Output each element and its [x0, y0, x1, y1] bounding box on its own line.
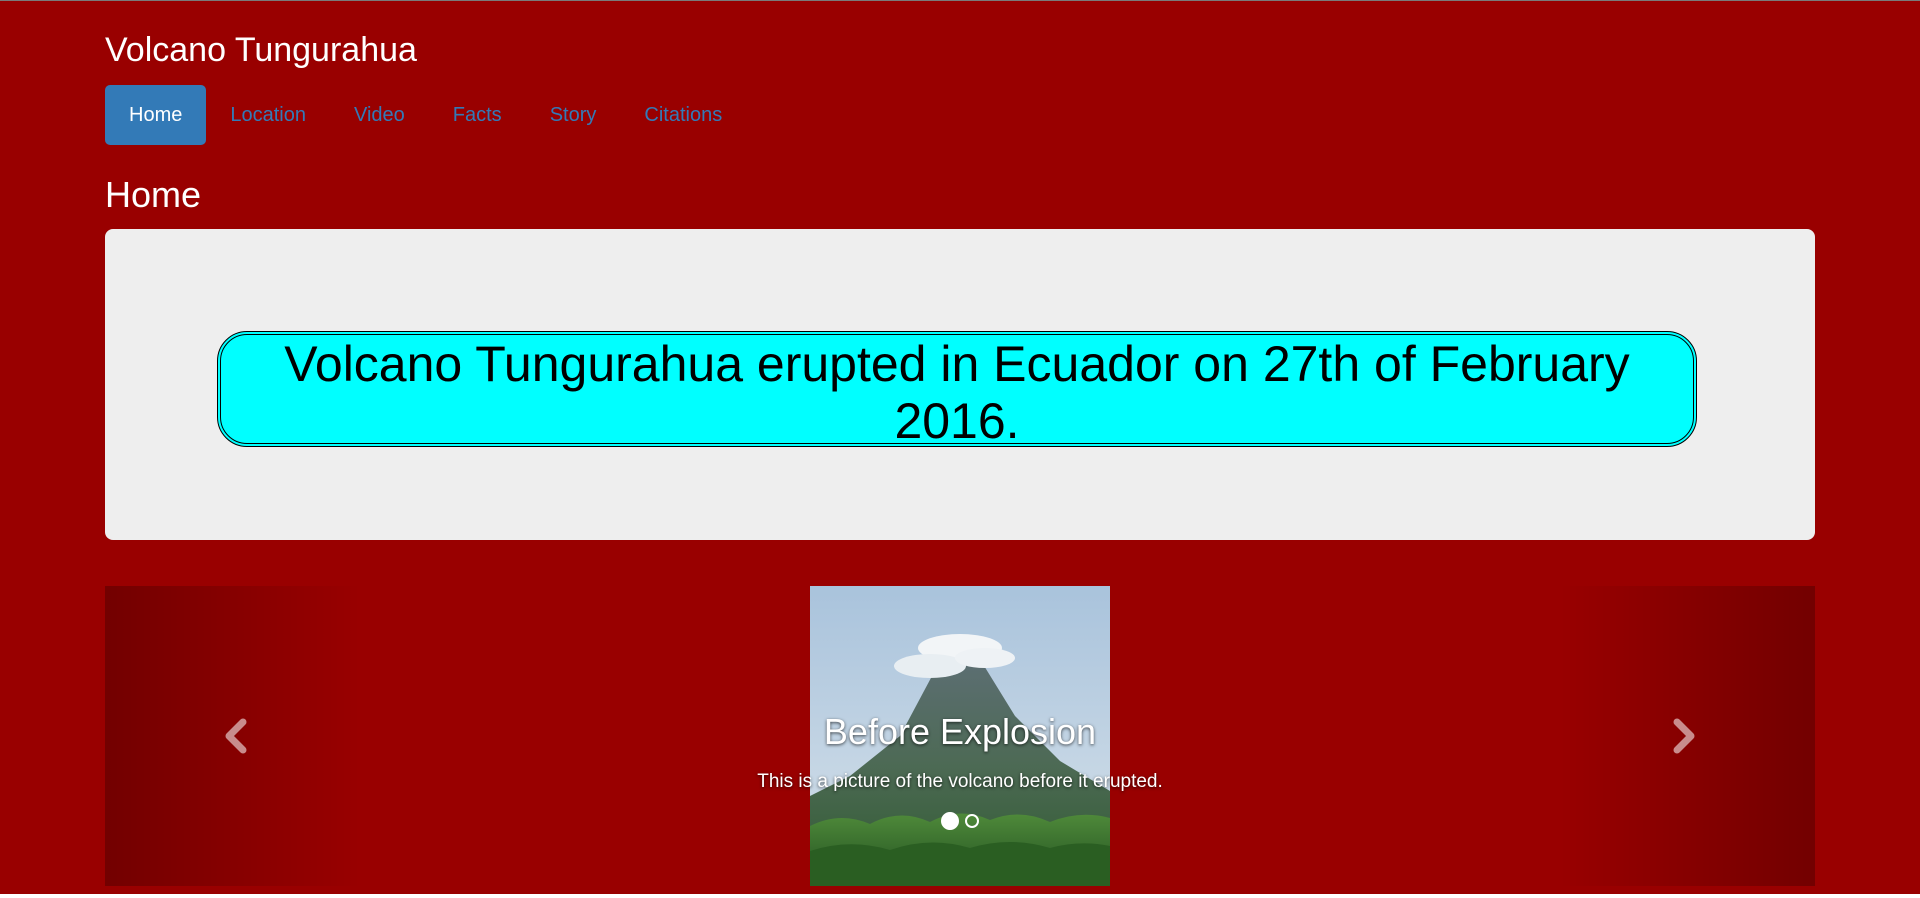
page-heading: Home: [105, 174, 202, 215]
announcement-banner: Volcano Tungurahua erupted in Ecuador on…: [217, 331, 1697, 449]
carousel-indicator-2[interactable]: [965, 814, 979, 828]
nav-item-facts[interactable]: Facts: [429, 85, 526, 145]
carousel-indicators: [105, 812, 1815, 830]
nav-item-citations[interactable]: Citations: [620, 85, 746, 145]
window-top-edge: [0, 0, 1920, 1]
jumbotron: Volcano Tungurahua erupted in Ecuador on…: [105, 229, 1815, 540]
carousel-indicator-1[interactable]: [941, 812, 959, 830]
nav-item-home[interactable]: Home: [105, 85, 207, 145]
carousel-caption-text: This is a picture of the volcano before …: [757, 771, 1163, 792]
nav-item-video[interactable]: Video: [330, 85, 429, 145]
nav-item-story[interactable]: Story: [526, 85, 621, 145]
window-bottom-edge: [0, 894, 1920, 898]
nav-tabs: Home Location Video Facts Story Citation…: [105, 85, 746, 145]
nav-item-location[interactable]: Location: [206, 85, 330, 145]
carousel-caption-title: Before Explosion: [823, 711, 1097, 752]
image-carousel: Before Explosion This is a picture of th…: [105, 586, 1815, 886]
site-title: Volcano Tungurahua: [105, 31, 417, 69]
